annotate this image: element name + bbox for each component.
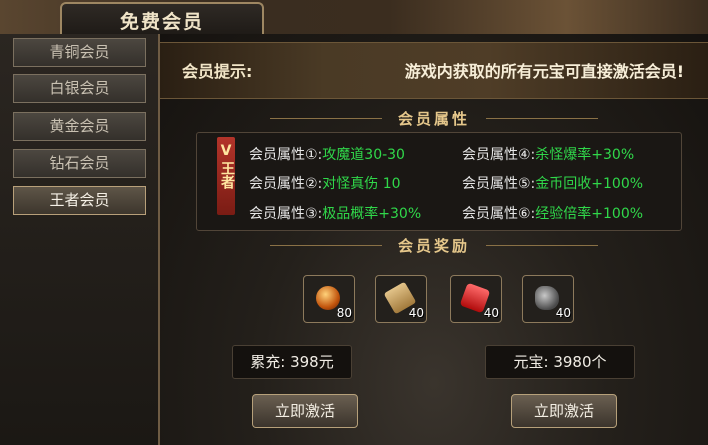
reward-count: 80: [336, 306, 352, 320]
yuanbao-balance: 元宝: 3980个: [485, 345, 635, 379]
attribute-value: 对怪真伤 10: [322, 176, 401, 192]
attribute-label: 会员属性⑥:: [462, 206, 536, 222]
hint-label: 会员提示:: [182, 62, 253, 81]
attribute-value: 经验倍率+100%: [535, 206, 644, 222]
attribute-6: 会员属性⑥:经验倍率+100%: [462, 203, 643, 223]
reward-count: 40: [408, 306, 424, 320]
attribute-value: 攻魔道30-30: [322, 147, 405, 163]
title-tab: 免费会员: [60, 2, 264, 34]
attribute-1: 会员属性①:攻魔道30-30: [249, 144, 405, 164]
attribute-value: 极品概率+30%: [322, 206, 422, 222]
attributes-panel: V 王者 会员属性①:攻魔道30-30 会员属性②:对怪真伤 10 会员属性③:…: [196, 132, 682, 231]
sidebar-item-gold[interactable]: 黄金会员: [13, 112, 146, 141]
attribute-5: 会员属性⑤:金币回收+100%: [462, 173, 643, 193]
attribute-4: 会员属性④:杀怪爆率+30%: [462, 144, 634, 164]
window-title: 免费会员: [119, 11, 204, 33]
reward-count: 40: [483, 306, 499, 320]
rewards-title: 会员奖励: [397, 237, 470, 255]
reward-slot[interactable]: 40: [375, 275, 427, 323]
attribute-label: 会员属性①:: [249, 147, 323, 163]
activate-button-left[interactable]: 立即激活: [252, 394, 358, 428]
badge-tier: V: [220, 143, 232, 159]
attribute-label: 会员属性⑤:: [462, 176, 536, 192]
recharge-total: 累充: 398元: [232, 345, 352, 379]
reward-slot[interactable]: 40: [522, 275, 574, 323]
sidebar-item-king[interactable]: 王者会员: [13, 186, 146, 215]
attributes-title: 会员属性: [397, 110, 470, 128]
sidebar: 青铜会员 白银会员 黄金会员 钻石会员 王者会员: [0, 34, 160, 445]
attribute-value: 金币回收+100%: [535, 176, 644, 192]
activate-button-right[interactable]: 立即激活: [511, 394, 617, 428]
title-bar: 免费会员: [0, 0, 708, 36]
divider: [486, 118, 598, 119]
attribute-3: 会员属性③:极品概率+30%: [249, 203, 421, 223]
reward-slot[interactable]: 40: [450, 275, 502, 323]
hint-bar: 会员提示: 游戏内获取的所有元宝可直接激活会员!: [160, 42, 708, 99]
divider: [486, 245, 598, 246]
hint-text: 游戏内获取的所有元宝可直接激活会员!: [404, 62, 684, 81]
attribute-value: 杀怪爆率+30%: [535, 147, 635, 163]
sidebar-item-diamond[interactable]: 钻石会员: [13, 149, 146, 178]
badge-text: 王者: [219, 161, 235, 189]
attribute-label: 会员属性②:: [249, 176, 323, 192]
main-panel: 会员提示: 游戏内获取的所有元宝可直接激活会员! 会员属性 V 王者 会员属性①…: [160, 34, 708, 445]
reward-slot[interactable]: 80: [303, 275, 355, 323]
member-window: 免费会员 青铜会员 白银会员 黄金会员 钻石会员 王者会员 会员提示: 游戏内获…: [0, 0, 708, 445]
sidebar-item-bronze[interactable]: 青铜会员: [13, 38, 146, 67]
attribute-2: 会员属性②:对怪真伤 10: [249, 173, 401, 193]
attribute-label: 会员属性③:: [249, 206, 323, 222]
king-badge: V 王者: [217, 137, 235, 215]
sidebar-item-silver[interactable]: 白银会员: [13, 74, 146, 103]
reward-count: 40: [555, 306, 571, 320]
attribute-label: 会员属性④:: [462, 147, 536, 163]
